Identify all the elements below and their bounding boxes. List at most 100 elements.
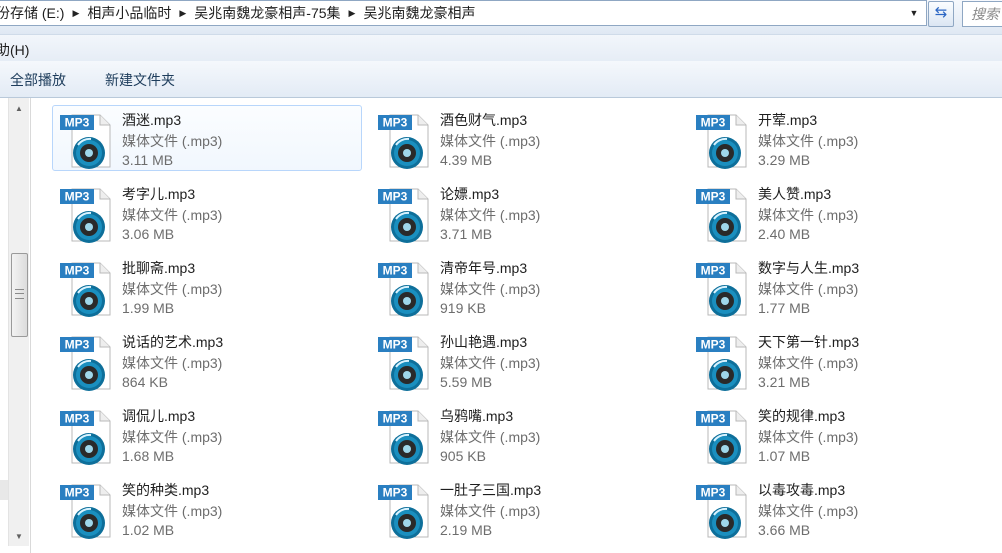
file-type: 媒体文件 (.mp3) [758, 281, 859, 297]
file-list: MP3 酒迷.mp3 媒体文件 (.mp3) 3.11 MB MP3 酒色财气.… [52, 105, 1002, 553]
mp3-file-icon: MP3 [376, 111, 432, 171]
file-item[interactable]: MP3 美人赞.mp3 媒体文件 (.mp3) 2.40 MB [688, 179, 998, 245]
file-size: 2.19 MB [440, 522, 493, 538]
command-bar: 全部播放 新建文件夹 [0, 61, 1002, 98]
file-size: 864 KB [122, 374, 168, 390]
file-item[interactable]: MP3 批聊斋.mp3 媒体文件 (.mp3) 1.99 MB [52, 253, 362, 319]
scrollbar-thumb[interactable] [11, 253, 28, 337]
new-folder-button[interactable]: 新建文件夹 [105, 70, 175, 90]
file-type: 媒体文件 (.mp3) [122, 429, 223, 445]
file-item[interactable]: MP3 天下第一针.mp3 媒体文件 (.mp3) 3.21 MB [688, 327, 998, 393]
play-all-button[interactable]: 全部播放 [10, 70, 66, 90]
svg-text:MP3: MP3 [383, 116, 408, 130]
file-type: 媒体文件 (.mp3) [440, 503, 541, 519]
svg-text:MP3: MP3 [65, 412, 90, 426]
file-item[interactable]: MP3 酒迷.mp3 媒体文件 (.mp3) 3.11 MB [52, 105, 362, 171]
grip-icon [15, 289, 24, 299]
file-name: 说话的艺术.mp3 [122, 334, 224, 350]
mp3-file-icon: MP3 [58, 259, 114, 319]
file-type: 媒体文件 (.mp3) [122, 355, 223, 371]
file-size: 3.06 MB [122, 226, 175, 242]
file-name: 以毒攻毒.mp3 [758, 482, 846, 498]
file-type: 媒体文件 (.mp3) [122, 503, 223, 519]
scroll-up-arrow-icon[interactable]: ▲ [9, 100, 29, 117]
file-name: 论嫖.mp3 [440, 186, 500, 202]
breadcrumb-arrow-icon[interactable]: ▶ [343, 8, 362, 19]
file-type: 媒体文件 (.mp3) [758, 355, 859, 371]
svg-text:MP3: MP3 [65, 264, 90, 278]
file-item[interactable]: MP3 笑的种类.mp3 媒体文件 (.mp3) 1.02 MB [52, 475, 362, 541]
file-item[interactable]: MP3 开荤.mp3 媒体文件 (.mp3) 3.29 MB [688, 105, 998, 171]
mp3-file-icon: MP3 [376, 407, 432, 467]
svg-text:MP3: MP3 [383, 190, 408, 204]
breadcrumb-arrow-icon[interactable]: ▶ [173, 8, 192, 19]
file-name: 孙山艳遇.mp3 [440, 334, 528, 350]
file-item[interactable]: MP3 孙山艳遇.mp3 媒体文件 (.mp3) 5.59 MB [370, 327, 680, 393]
refresh-icon[interactable]: ⇆ [928, 1, 954, 27]
svg-text:MP3: MP3 [383, 486, 408, 500]
breadcrumb-arrow-icon[interactable]: ▶ [66, 8, 85, 19]
mp3-file-icon: MP3 [694, 481, 750, 541]
scroll-down-arrow-icon[interactable]: ▼ [9, 528, 29, 545]
mp3-file-icon: MP3 [376, 481, 432, 541]
file-size: 5.59 MB [440, 374, 493, 390]
svg-text:MP3: MP3 [65, 116, 90, 130]
svg-text:MP3: MP3 [701, 190, 726, 204]
file-item[interactable]: MP3 数字与人生.mp3 媒体文件 (.mp3) 1.77 MB [688, 253, 998, 319]
file-name: 考字儿.mp3 [122, 186, 196, 202]
file-size: 3.71 MB [440, 226, 493, 242]
svg-text:MP3: MP3 [701, 412, 726, 426]
mp3-file-icon: MP3 [58, 333, 114, 393]
file-size: 1.07 MB [758, 448, 811, 464]
svg-text:MP3: MP3 [701, 486, 726, 500]
file-type: 媒体文件 (.mp3) [122, 133, 223, 149]
mp3-file-icon: MP3 [58, 481, 114, 541]
file-size: 1.02 MB [122, 522, 175, 538]
mp3-file-icon: MP3 [376, 333, 432, 393]
file-name: 乌鸦嘴.mp3 [440, 408, 514, 424]
file-type: 媒体文件 (.mp3) [440, 133, 541, 149]
file-size: 3.21 MB [758, 374, 811, 390]
file-name: 天下第一针.mp3 [758, 334, 860, 350]
menu-help[interactable]: 助(H) [0, 40, 29, 60]
file-name: 开荤.mp3 [758, 112, 818, 128]
file-name: 清帝年号.mp3 [440, 260, 528, 276]
address-bar[interactable]: 份存储 (E:) ▶ 相声小品临时 ▶ 吴兆南魏龙豪相声-75集 ▶ 吴兆南魏龙… [0, 0, 927, 26]
breadcrumb-folder-2[interactable]: 吴兆南魏龙豪相声-75集 [192, 3, 342, 23]
nav-pane-scrollbar[interactable]: ▲ ▼ [8, 98, 29, 546]
pane-divider[interactable] [30, 98, 31, 553]
file-name: 美人赞.mp3 [758, 186, 832, 202]
mp3-file-icon: MP3 [694, 259, 750, 319]
file-size: 3.66 MB [758, 522, 811, 538]
file-type: 媒体文件 (.mp3) [122, 207, 223, 223]
svg-text:MP3: MP3 [701, 116, 726, 130]
svg-text:MP3: MP3 [65, 486, 90, 500]
address-bar-area: 份存储 (E:) ▶ 相声小品临时 ▶ 吴兆南魏龙豪相声-75集 ▶ 吴兆南魏龙… [0, 0, 1002, 34]
file-item[interactable]: MP3 论嫖.mp3 媒体文件 (.mp3) 3.71 MB [370, 179, 680, 245]
file-item[interactable]: MP3 酒色财气.mp3 媒体文件 (.mp3) 4.39 MB [370, 105, 680, 171]
file-item[interactable]: MP3 笑的规律.mp3 媒体文件 (.mp3) 1.07 MB [688, 401, 998, 467]
search-input[interactable]: 搜索 [962, 1, 1002, 27]
file-type: 媒体文件 (.mp3) [758, 503, 859, 519]
file-type: 媒体文件 (.mp3) [440, 281, 541, 297]
file-size: 1.68 MB [122, 448, 175, 464]
address-history-dropdown-icon[interactable]: ▼ [906, 5, 922, 21]
file-item[interactable]: MP3 清帝年号.mp3 媒体文件 (.mp3) 919 KB [370, 253, 680, 319]
mp3-file-icon: MP3 [376, 185, 432, 245]
file-item[interactable]: MP3 考字儿.mp3 媒体文件 (.mp3) 3.06 MB [52, 179, 362, 245]
breadcrumb-drive[interactable]: 份存储 (E:) [0, 3, 66, 23]
file-name: 调侃儿.mp3 [122, 408, 196, 424]
file-item[interactable]: MP3 乌鸦嘴.mp3 媒体文件 (.mp3) 905 KB [370, 401, 680, 467]
file-item[interactable]: MP3 以毒攻毒.mp3 媒体文件 (.mp3) 3.66 MB [688, 475, 998, 541]
file-size: 905 KB [440, 448, 486, 464]
file-item[interactable]: MP3 调侃儿.mp3 媒体文件 (.mp3) 1.68 MB [52, 401, 362, 467]
file-item[interactable]: MP3 说话的艺术.mp3 媒体文件 (.mp3) 864 KB [52, 327, 362, 393]
breadcrumb-current-folder[interactable]: 吴兆南魏龙豪相声 [361, 3, 477, 23]
file-size: 3.29 MB [758, 152, 811, 168]
file-item[interactable]: MP3 一肚子三国.mp3 媒体文件 (.mp3) 2.19 MB [370, 475, 680, 541]
breadcrumb-folder-1[interactable]: 相声小品临时 [85, 3, 173, 23]
svg-text:MP3: MP3 [65, 190, 90, 204]
file-name: 酒色财气.mp3 [440, 112, 528, 128]
svg-text:MP3: MP3 [65, 338, 90, 352]
file-size: 4.39 MB [440, 152, 493, 168]
